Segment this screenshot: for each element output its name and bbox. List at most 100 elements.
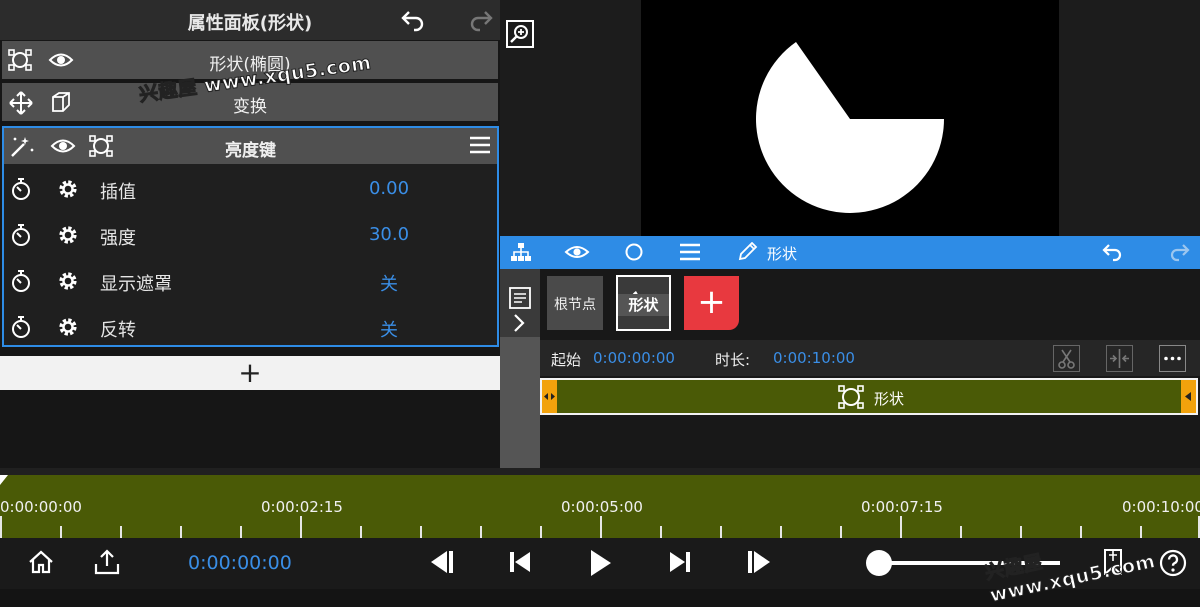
split-button[interactable] xyxy=(1106,345,1133,372)
add-effect-button[interactable]: + xyxy=(0,356,500,390)
ruler-label: 0:00:05:00 xyxy=(561,498,643,516)
param-row[interactable]: 插值 0.00 xyxy=(4,166,497,212)
ruler-tick xyxy=(360,526,362,538)
effect-header[interactable]: 亮度键 xyxy=(4,128,497,164)
gear-icon[interactable] xyxy=(56,315,80,339)
param-row[interactable]: 反转 关 xyxy=(4,304,497,350)
node-root-label: 根节点 xyxy=(554,297,596,313)
ruler-tick xyxy=(180,526,182,538)
add-node-button[interactable]: + xyxy=(684,276,739,330)
node-shape-label: 形状 xyxy=(618,294,669,316)
cut-button[interactable] xyxy=(1053,345,1080,372)
ruler-tick xyxy=(720,526,722,538)
share-icon[interactable] xyxy=(94,549,120,575)
ruler-tick xyxy=(0,516,2,538)
timeline-shape-label: 形状 xyxy=(767,245,798,263)
node-shape[interactable]: 形状 xyxy=(616,275,671,331)
clip-handle-left[interactable] xyxy=(542,380,557,413)
start-value[interactable]: 0:00:00:00 xyxy=(593,349,675,367)
clip-handle-right[interactable] xyxy=(1181,380,1196,413)
timeline-sidebar-top xyxy=(500,269,540,337)
zoom-icon[interactable] xyxy=(506,20,534,48)
effect-title: 亮度键 xyxy=(225,141,276,161)
skip-end-icon[interactable] xyxy=(668,549,692,575)
ruler-tick xyxy=(240,526,242,538)
chevron-right-icon[interactable] xyxy=(512,313,526,333)
start-label: 起始 xyxy=(551,351,582,369)
ruler-label: 0:00:00:00 xyxy=(0,498,82,516)
param-name: 显示遮罩 xyxy=(100,274,172,295)
gear-icon[interactable] xyxy=(56,269,80,293)
ruler-tick xyxy=(480,526,482,538)
ruler-tick xyxy=(900,516,902,538)
menu-icon[interactable] xyxy=(679,242,701,262)
play-icon[interactable] xyxy=(588,549,612,577)
param-row[interactable]: 显示遮罩 关 xyxy=(4,258,497,304)
more-icon xyxy=(1164,356,1181,361)
ruler-tick xyxy=(420,526,422,538)
split-icon xyxy=(1110,349,1129,368)
stopwatch-icon[interactable] xyxy=(10,223,32,247)
playhead-marker-icon[interactable] xyxy=(0,475,10,485)
ruler-tick xyxy=(600,516,602,538)
redo-icon[interactable] xyxy=(468,8,494,32)
timeline-sidebar xyxy=(500,269,540,468)
param-name: 反转 xyxy=(100,320,136,341)
hierarchy-icon[interactable] xyxy=(510,242,532,262)
timeline-clip[interactable]: 形状 xyxy=(540,378,1198,415)
ruler-tick xyxy=(300,516,302,538)
param-value[interactable]: 关 xyxy=(334,316,444,342)
ruler-gap xyxy=(0,468,1200,475)
ruler-tick xyxy=(120,526,122,538)
duration-label: 时长: xyxy=(715,351,751,369)
undo-icon[interactable] xyxy=(1101,242,1125,264)
more-button[interactable] xyxy=(1159,345,1186,372)
param-name: 强度 xyxy=(100,228,136,249)
gear-icon[interactable] xyxy=(56,223,80,247)
ruler-label: 0:00:02:15 xyxy=(261,498,343,516)
duration-value[interactable]: 0:00:10:00 xyxy=(773,349,855,367)
stopwatch-icon[interactable] xyxy=(10,269,32,293)
skip-start-icon[interactable] xyxy=(508,549,532,575)
clip-info-bar: 起始 0:00:00:00 时长: 0:00:10:00 xyxy=(540,340,1200,376)
preview-canvas[interactable] xyxy=(641,0,1059,236)
ruler-tick xyxy=(780,526,782,538)
next-keyframe-icon[interactable] xyxy=(746,549,774,575)
param-row[interactable]: 强度 30.0 xyxy=(4,212,497,258)
shape-pie xyxy=(756,42,944,213)
circle-icon[interactable] xyxy=(624,242,644,262)
menu-icon[interactable] xyxy=(469,135,491,155)
current-time: 0:00:00:00 xyxy=(188,552,292,574)
prev-keyframe-icon[interactable] xyxy=(427,549,455,575)
list-icon[interactable] xyxy=(509,287,531,309)
zoom-slider-knob[interactable] xyxy=(866,550,892,576)
ruler-tick xyxy=(660,526,662,538)
scissors-icon xyxy=(1058,349,1075,369)
ruler-tick xyxy=(540,526,542,538)
home-icon[interactable] xyxy=(28,549,54,575)
timeline-toolbar: 形状 xyxy=(500,236,1200,269)
ruler-tick xyxy=(1080,526,1082,538)
add-node-plus: + xyxy=(697,282,726,322)
param-value[interactable]: 0.00 xyxy=(334,178,444,199)
ruler-label: 0:00:07:15 xyxy=(861,498,943,516)
stopwatch-icon[interactable] xyxy=(10,177,32,201)
trim-left-icon xyxy=(544,393,555,400)
node-root[interactable]: 根节点 xyxy=(547,276,603,330)
ruler-label: 0:00:10:00 xyxy=(1122,498,1200,516)
eye-icon[interactable] xyxy=(564,242,590,262)
param-name: 插值 xyxy=(100,182,136,203)
panel-header: 属性面板(形状) xyxy=(0,0,500,40)
undo-icon[interactable] xyxy=(400,8,426,32)
param-value[interactable]: 30.0 xyxy=(334,224,444,245)
stopwatch-icon[interactable] xyxy=(10,315,32,339)
param-value[interactable]: 关 xyxy=(334,270,444,296)
redo-icon[interactable] xyxy=(1167,242,1191,264)
layer-transform-label: 变换 xyxy=(233,97,267,117)
effect-luma-key: 亮度键 插值 0.00 强度 30.0 显示遮罩 关 反转 关 xyxy=(2,126,499,347)
shape-select-icon xyxy=(838,385,864,409)
add-effect-plus: + xyxy=(238,356,262,389)
time-ruler[interactable]: 0:00:00:00 0:00:02:15 0:00:05:00 0:00:07… xyxy=(0,475,1200,538)
pencil-icon[interactable] xyxy=(737,242,759,262)
gear-icon[interactable] xyxy=(56,177,80,201)
